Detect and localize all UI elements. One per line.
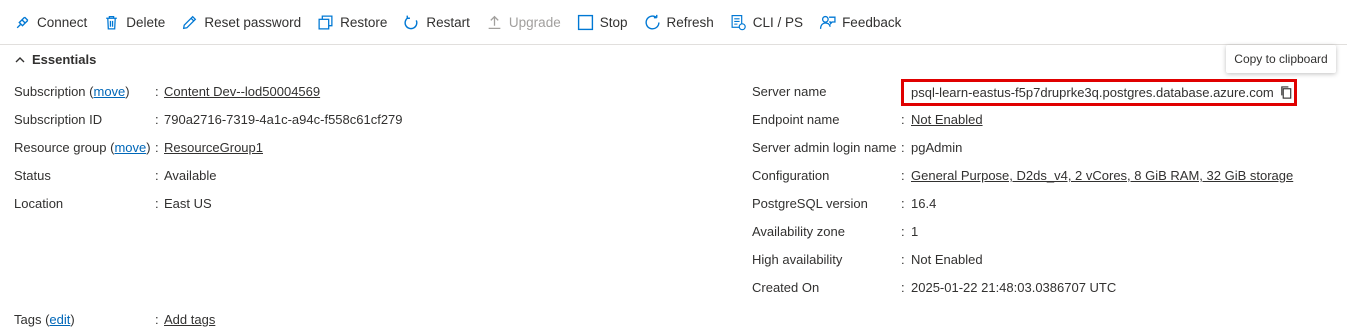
subscription-id-label: Subscription ID bbox=[14, 112, 103, 127]
subscription-label-text: Subscription ( bbox=[14, 84, 94, 99]
colon: : bbox=[901, 140, 905, 155]
cli-icon bbox=[731, 14, 746, 30]
resource-group-label-text: Resource group ( bbox=[14, 140, 115, 155]
pencil-icon bbox=[183, 15, 197, 29]
subscription-label: Subscription (move) bbox=[14, 82, 130, 102]
chevron-up-icon bbox=[15, 56, 25, 62]
postgresql-version-label: PostgreSQL version bbox=[752, 196, 868, 211]
stop-icon bbox=[577, 14, 593, 30]
location-value: East US bbox=[164, 196, 212, 211]
essentials-toggle[interactable]: Essentials bbox=[14, 52, 96, 67]
resource-group-link[interactable]: ResourceGroup1 bbox=[164, 138, 263, 158]
status-label: Status bbox=[14, 168, 51, 183]
restart-label: Restart bbox=[426, 14, 470, 30]
subscription-id-value: 790a2716-7319-4a1c-a94c-f558c61cf279 bbox=[164, 112, 403, 127]
resource-group-label: Resource group (move) bbox=[14, 138, 151, 158]
plug-icon bbox=[16, 16, 29, 28]
subscription-move-link[interactable]: move bbox=[93, 84, 125, 99]
stop-label: Stop bbox=[599, 14, 628, 30]
subscription-label-close: ) bbox=[125, 84, 130, 99]
tags-label-close: ) bbox=[70, 312, 75, 327]
restart-button[interactable]: Restart bbox=[403, 8, 470, 36]
copy-tooltip: Copy to clipboard bbox=[1226, 45, 1336, 73]
cli-ps-label: CLI / PS bbox=[752, 14, 804, 30]
high-availability-value: Not Enabled bbox=[911, 252, 983, 267]
reset-password-label: Reset password bbox=[204, 14, 302, 30]
command-bar: Connect Delete Reset password Restore Re… bbox=[0, 0, 1347, 45]
status-value: Available bbox=[164, 168, 217, 183]
connect-button[interactable]: Connect bbox=[14, 8, 87, 36]
restore-label: Restore bbox=[340, 14, 388, 30]
endpoint-name-link[interactable]: Not Enabled bbox=[911, 110, 983, 130]
location-label: Location bbox=[14, 196, 64, 211]
postgresql-version-value: 16.4 bbox=[911, 196, 937, 211]
server-name-value: psql-learn-eastus-f5p7druprke3q.postgres… bbox=[911, 85, 1274, 100]
resource-group-move-link[interactable]: move bbox=[114, 140, 146, 155]
availability-zone-label: Availability zone bbox=[752, 224, 845, 239]
colon: : bbox=[901, 112, 905, 127]
restore-button[interactable]: Restore bbox=[317, 8, 387, 36]
essentials-title: Essentials bbox=[32, 52, 97, 67]
colon: : bbox=[901, 224, 905, 239]
connect-label: Connect bbox=[37, 14, 88, 30]
tags-label-text: Tags ( bbox=[14, 312, 50, 327]
upload-icon bbox=[488, 15, 501, 29]
upgrade-label: Upgrade bbox=[508, 14, 561, 30]
colon: : bbox=[155, 168, 159, 183]
tags-edit-link[interactable]: edit bbox=[49, 312, 70, 327]
admin-login-label: Server admin login name bbox=[752, 140, 897, 155]
colon: : bbox=[901, 252, 905, 267]
add-tags-link[interactable]: Add tags bbox=[164, 310, 215, 330]
refresh-icon bbox=[644, 14, 660, 30]
availability-zone-value: 1 bbox=[911, 224, 919, 239]
trash-icon bbox=[106, 15, 118, 30]
restart-icon bbox=[404, 15, 418, 29]
colon: : bbox=[901, 168, 905, 183]
server-name-highlight: psql-learn-eastus-f5p7druprke3q.postgres… bbox=[901, 79, 1297, 106]
cli-ps-button[interactable]: CLI / PS bbox=[730, 8, 803, 36]
delete-button[interactable]: Delete bbox=[103, 8, 165, 36]
configuration-link[interactable]: General Purpose, D2ds_v4, 2 vCores, 8 Gi… bbox=[911, 166, 1293, 186]
created-on-label: Created On bbox=[752, 280, 820, 295]
colon: : bbox=[155, 84, 159, 99]
colon: : bbox=[155, 196, 159, 211]
colon: : bbox=[155, 112, 159, 127]
subscription-link[interactable]: Content Dev--lod50004569 bbox=[164, 82, 320, 102]
resource-group-label-close: ) bbox=[146, 140, 151, 155]
tags-label: Tags (edit) bbox=[14, 310, 75, 330]
feedback-button[interactable]: Feedback bbox=[819, 8, 901, 36]
server-name-label: Server name bbox=[752, 84, 827, 99]
refresh-label: Refresh bbox=[666, 14, 714, 30]
reset-password-button[interactable]: Reset password bbox=[181, 8, 301, 36]
restore-icon bbox=[318, 14, 333, 30]
stop-button[interactable]: Stop bbox=[577, 8, 628, 36]
refresh-button[interactable]: Refresh bbox=[644, 8, 714, 36]
delete-label: Delete bbox=[126, 14, 166, 30]
admin-login-value: pgAdmin bbox=[911, 140, 963, 155]
feedback-icon bbox=[820, 15, 836, 29]
created-on-value: 2025-01-22 21:48:03.0386707 UTC bbox=[911, 280, 1117, 295]
endpoint-name-label: Endpoint name bbox=[752, 112, 840, 127]
high-availability-label: High availability bbox=[752, 252, 843, 267]
copy-icon[interactable] bbox=[1279, 85, 1294, 100]
colon: : bbox=[901, 196, 905, 211]
colon: : bbox=[155, 140, 159, 155]
colon: : bbox=[901, 280, 905, 295]
feedback-label: Feedback bbox=[842, 14, 902, 30]
configuration-label: Configuration bbox=[752, 168, 830, 183]
upgrade-button[interactable]: Upgrade bbox=[486, 8, 561, 36]
colon: : bbox=[155, 312, 159, 327]
